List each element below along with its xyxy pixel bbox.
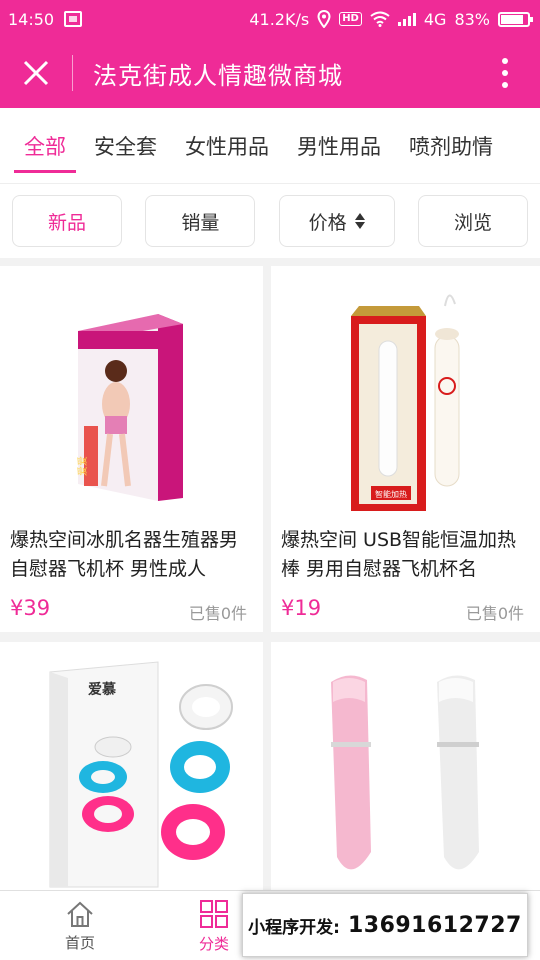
tab-sprays[interactable]: 喷剂助情 xyxy=(395,108,507,183)
more-vertical-icon xyxy=(502,58,508,64)
sort-icon xyxy=(354,213,365,229)
product-image: 爱爱 xyxy=(8,276,255,516)
home-icon xyxy=(67,901,93,927)
filter-price-label: 价格 xyxy=(308,211,347,234)
filter-bar: 新品 销量 价格 浏览 xyxy=(0,184,540,258)
wifi-icon xyxy=(370,11,390,27)
product-price: ¥19 xyxy=(281,596,322,620)
signal-icon xyxy=(397,12,416,26)
tab-men[interactable]: 男性用品 xyxy=(283,108,395,183)
more-button[interactable] xyxy=(470,38,540,108)
network-speed: 41.2K/s xyxy=(249,9,310,29)
battery-percent: 83% xyxy=(454,9,490,29)
screen: 14:50 41.2K/s HD 4G 83% 法克街成人情趣微商城 全部 安全… xyxy=(0,0,540,960)
tab-women[interactable]: 女性用品 xyxy=(171,108,283,183)
product-brand-mark: 爱慕 xyxy=(88,681,116,698)
title-bar: 法克街成人情趣微商城 xyxy=(0,38,540,108)
tab-condoms[interactable]: 安全套 xyxy=(80,108,171,183)
product-name: 爆热空间冰肌名器生殖器男自慰器飞机杯 男性成人 xyxy=(10,529,239,580)
status-time: 14:50 xyxy=(8,9,55,29)
more-dot xyxy=(502,70,508,76)
product-image: 智能加热 xyxy=(279,276,532,516)
product-image xyxy=(279,652,532,892)
product-price: ¥39 xyxy=(10,596,51,620)
promo-label: 小程序开发: xyxy=(248,917,340,938)
promo-phone: 13691612727 xyxy=(347,912,522,938)
category-tabs: 全部 安全套 女性用品 男性用品 喷剂助情 xyxy=(0,108,540,184)
nav-home[interactable]: 首页 xyxy=(20,891,140,960)
close-icon xyxy=(23,60,49,86)
nav-category-label: 分类 xyxy=(198,934,229,953)
status-bar: 14:50 41.2K/s HD 4G 83% xyxy=(0,0,540,38)
product-brand-mark: 爱爱 xyxy=(76,456,89,476)
location-icon xyxy=(317,10,331,28)
promo-banner[interactable]: 小程序开发: 13691612727 xyxy=(242,893,528,957)
page-title: 法克街成人情趣微商城 xyxy=(93,61,343,90)
filter-sales-button[interactable]: 销量 xyxy=(145,195,256,247)
product-grid: 爱爱 爆热空间冰肌名器生殖器男自慰器飞机杯 男性成人 ¥39 已售0件 智能加热 xyxy=(0,258,540,960)
nav-home-label: 首页 xyxy=(64,933,95,952)
product-sold: 已售0件 xyxy=(188,604,247,623)
close-button[interactable] xyxy=(0,38,72,108)
title-divider xyxy=(72,55,73,91)
network-type: 4G xyxy=(423,9,447,29)
product-sold: 已售0件 xyxy=(465,604,524,623)
grid-icon xyxy=(200,899,228,928)
product-name: 爆热空间 USB智能恒温加热棒 男用自慰器飞机杯名 xyxy=(281,529,517,580)
product-card[interactable]: 爱爱 爆热空间冰肌名器生殖器男自慰器飞机杯 男性成人 ¥39 已售0件 xyxy=(0,266,263,632)
more-dot xyxy=(502,82,508,88)
status-indicators: 41.2K/s HD 4G 83% xyxy=(249,9,533,29)
product-brand-mark: 智能加热 xyxy=(375,489,407,499)
product-card[interactable]: 智能加热 爆热空间 USB智能恒温加热棒 男用自慰器飞机杯名 ¥19 已售0件 xyxy=(271,266,540,632)
filter-new-button[interactable]: 新品 xyxy=(12,195,122,247)
battery-icon xyxy=(498,11,533,27)
screenshot-icon xyxy=(64,11,83,27)
filter-price-button[interactable]: 价格 xyxy=(278,195,395,247)
filter-views-button[interactable]: 浏览 xyxy=(417,195,528,247)
hd-icon: HD xyxy=(339,12,362,26)
tab-all[interactable]: 全部 xyxy=(10,108,80,183)
product-image: 爱慕 xyxy=(8,652,255,892)
